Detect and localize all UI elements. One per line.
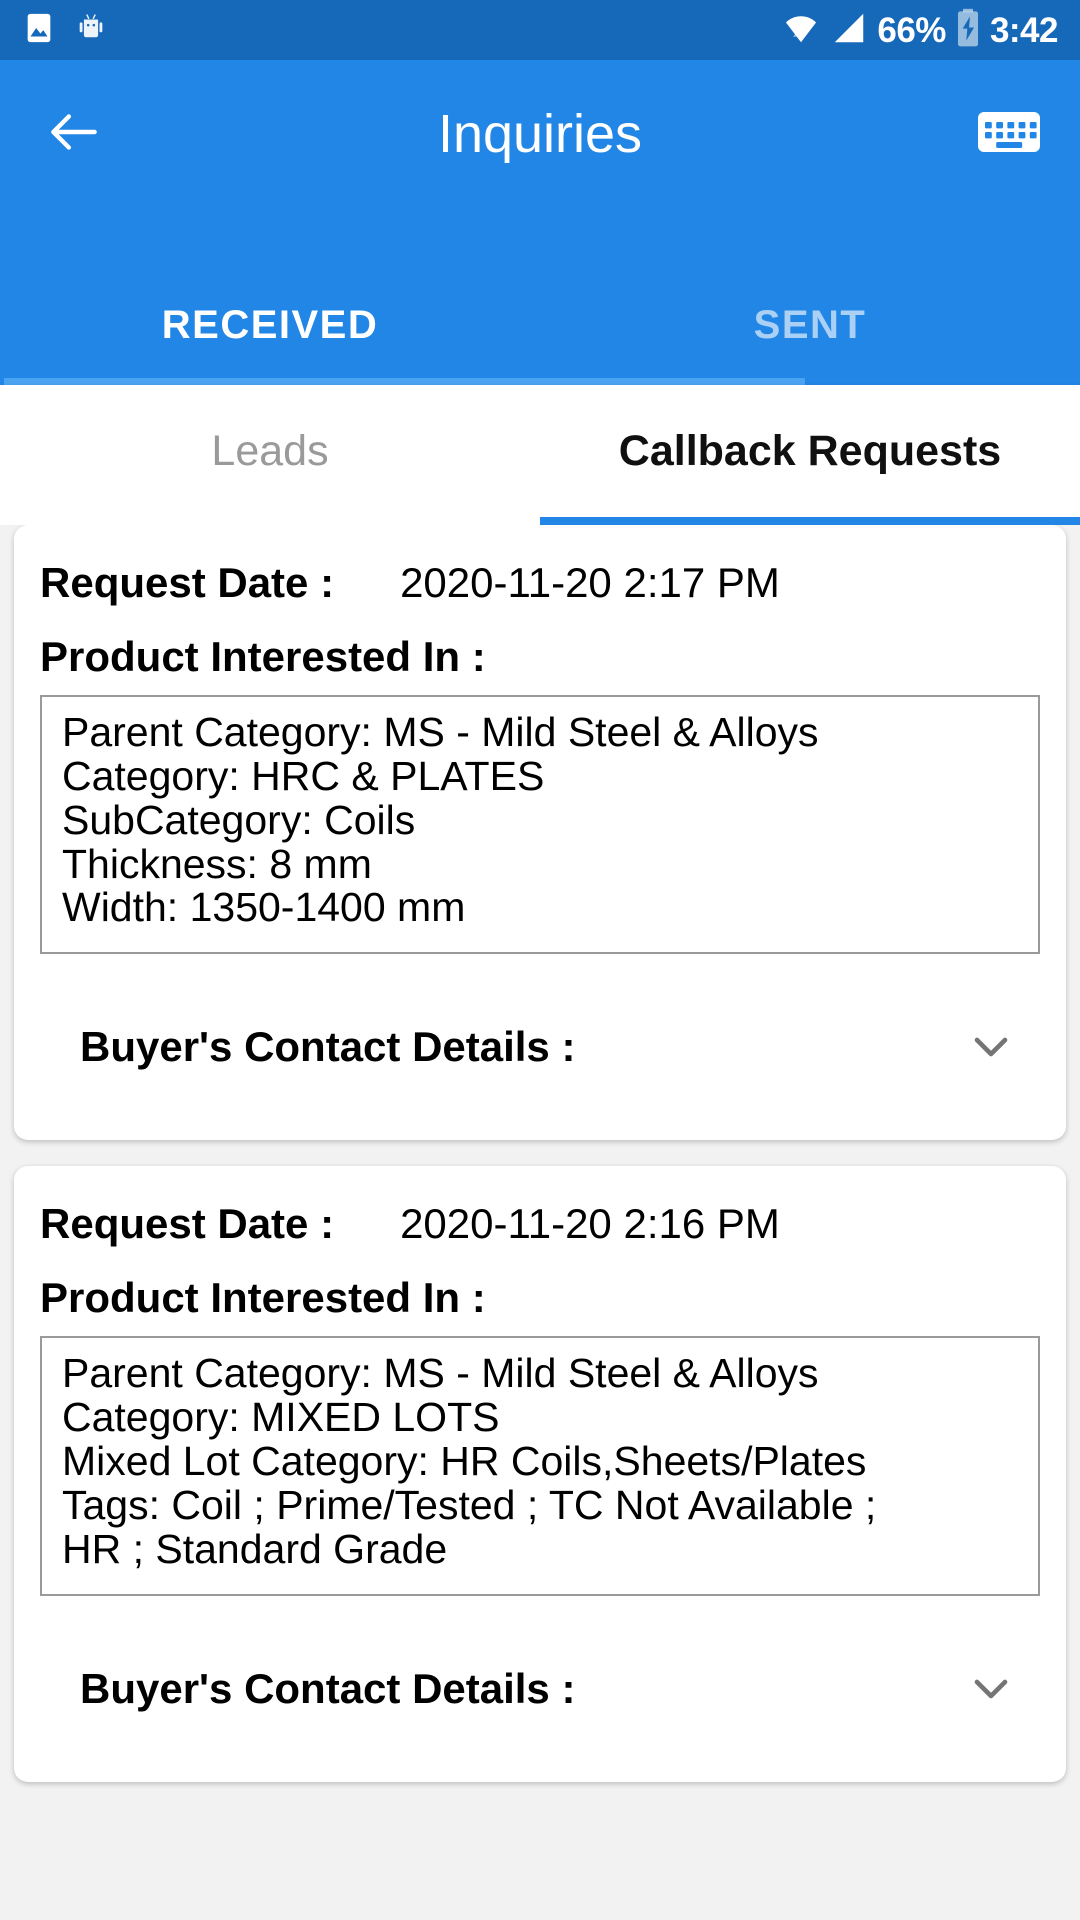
callback-request-card[interactable]: Request Date : 2020-11-20 2:16 PM Produc… xyxy=(14,1166,1066,1782)
request-date-label: Request Date : xyxy=(40,1200,335,1248)
keyboard-icon xyxy=(977,107,1041,162)
primary-tab-bar: RECEIVED SENT xyxy=(0,265,1080,385)
product-detail-line: Category: MIXED LOTS xyxy=(62,1394,500,1441)
product-detail-line: Mixed Lot Category: HR Coils,Sheets/Plat… xyxy=(62,1438,867,1485)
product-details-box: Parent Category: MS - Mild Steel & Alloy… xyxy=(40,695,1040,955)
app-bar-top-row: Inquiries xyxy=(0,60,1080,208)
page-title: Inquiries xyxy=(437,104,643,164)
tab-received[interactable]: RECEIVED xyxy=(0,265,540,385)
buyers-contact-details-toggle[interactable]: Buyer's Contact Details : xyxy=(40,1596,1040,1782)
image-icon xyxy=(22,11,56,50)
primary-tab-indicator xyxy=(4,378,805,385)
tab-callback-requests-label: Callback Requests xyxy=(618,426,1002,475)
product-detail-line: Width: 1350-1400 mm xyxy=(62,884,466,931)
callback-request-card[interactable]: Request Date : 2020-11-20 2:17 PM Produc… xyxy=(14,525,1066,1141)
secondary-tab-bar: Leads Callback Requests xyxy=(0,385,1080,525)
status-bar: 66% 3:42 xyxy=(0,0,1080,60)
tab-leads[interactable]: Leads xyxy=(0,385,540,525)
app-bar: Inquiries RECEIVED SENT xyxy=(0,60,1080,385)
chevron-down-icon[interactable] xyxy=(960,1016,1022,1078)
tab-sent-label: SENT xyxy=(753,302,867,347)
signal-icon xyxy=(830,9,868,52)
product-detail-line: Thickness: 8 mm xyxy=(62,840,372,887)
product-interested-label: Product Interested In : xyxy=(40,1274,486,1322)
product-details-box: Parent Category: MS - Mild Steel & Alloy… xyxy=(40,1336,1040,1596)
product-interested-label: Product Interested In : xyxy=(40,633,486,680)
arrow-left-icon xyxy=(43,101,105,168)
buyers-contact-details-label: Buyer's Contact Details : xyxy=(80,1664,576,1712)
product-detail-line: Category: HRC & PLATES xyxy=(62,752,545,799)
chevron-down-icon[interactable] xyxy=(960,1658,1022,1720)
keyboard-button[interactable] xyxy=(974,99,1044,169)
product-detail-line: Tags: Coil ; Prime/Tested ; TC Not Avail… xyxy=(62,1481,877,1528)
tab-sent[interactable]: SENT xyxy=(540,265,1080,385)
status-bar-notification-icons xyxy=(22,11,108,50)
status-bar-system-icons: 66% 3:42 xyxy=(781,8,1059,53)
tab-leads-label: Leads xyxy=(211,426,329,475)
request-date-value: 2020-11-20 2:17 PM xyxy=(400,559,780,606)
request-date-value: 2020-11-20 2:16 PM xyxy=(400,1200,780,1248)
battery-charging-icon xyxy=(955,8,981,53)
request-date-row: Request Date : 2020-11-20 2:16 PM xyxy=(40,1200,1040,1248)
request-date-row: Request Date : 2020-11-20 2:17 PM xyxy=(40,559,1040,607)
product-detail-line: Parent Category: MS - Mild Steel & Alloy… xyxy=(62,709,819,755)
phone-screen: 66% 3:42 Inquiries RECEIVED SENT Leads C… xyxy=(0,0,1080,1920)
callback-requests-list[interactable]: Request Date : 2020-11-20 2:17 PM Produc… xyxy=(0,525,1080,1920)
tab-callback-requests[interactable]: Callback Requests xyxy=(540,385,1080,525)
product-detail-line: Parent Category: MS - Mild Steel & Alloy… xyxy=(62,1350,819,1397)
back-button[interactable] xyxy=(36,96,112,172)
product-detail-line: SubCategory: Coils xyxy=(62,796,416,843)
clock-label: 3:42 xyxy=(989,10,1059,50)
request-date-label: Request Date : xyxy=(40,559,335,606)
tab-received-label: RECEIVED xyxy=(161,302,379,347)
android-robot-icon xyxy=(74,11,108,50)
product-detail-line: HR ; Standard Grade xyxy=(62,1525,448,1572)
wifi-icon xyxy=(781,9,821,52)
buyers-contact-details-label: Buyer's Contact Details : xyxy=(80,1023,576,1071)
buyers-contact-details-toggle[interactable]: Buyer's Contact Details : xyxy=(40,954,1040,1140)
battery-percent-label: 66% xyxy=(877,10,946,50)
